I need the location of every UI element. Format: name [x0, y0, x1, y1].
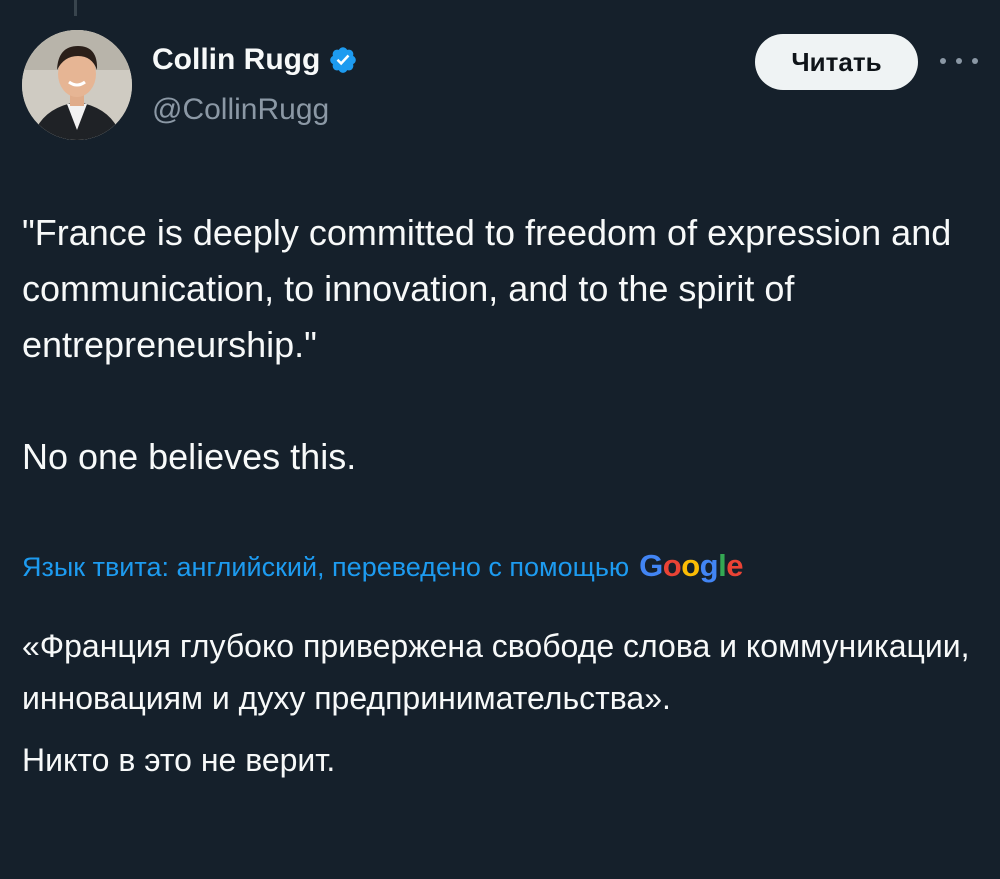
google-logo: Google: [639, 548, 743, 584]
thread-connector-line: [74, 0, 77, 16]
author-name-row: Collin Rugg: [152, 42, 358, 78]
google-logo-letter: e: [726, 548, 743, 583]
translated-paragraph: Никто в это не верит.: [22, 742, 336, 778]
google-logo-letter: l: [718, 548, 727, 583]
tweet-card: Collin Rugg @CollinRugg Читать "France i…: [0, 0, 1000, 879]
translated-text: «Франция глубоко привержена свободе слов…: [22, 620, 982, 786]
avatar-image: [22, 30, 132, 140]
follow-button[interactable]: Читать: [755, 34, 918, 90]
tweet-text: "France is deeply committed to freedom o…: [22, 205, 982, 485]
translated-paragraph: «Франция глубоко привержена свободе слов…: [22, 628, 970, 716]
google-logo-letter: o: [662, 548, 682, 583]
tweet-paragraph: No one believes this.: [22, 436, 357, 477]
google-logo-letter: g: [699, 548, 719, 583]
google-logo-letter: G: [639, 548, 663, 583]
author-name[interactable]: Collin Rugg: [152, 42, 320, 78]
tweet-paragraph: "France is deeply committed to freedom o…: [22, 212, 952, 365]
google-logo-letter: o: [681, 548, 700, 583]
verified-badge-icon[interactable]: [328, 45, 358, 75]
translation-attribution: Язык твита: английский, переведено с пом…: [22, 548, 743, 584]
author-handle[interactable]: @CollinRugg: [152, 92, 329, 128]
more-horizontal-icon[interactable]: [940, 54, 978, 68]
avatar[interactable]: [22, 30, 132, 140]
translation-label-link[interactable]: Язык твита: английский, переведено с пом…: [22, 552, 629, 583]
